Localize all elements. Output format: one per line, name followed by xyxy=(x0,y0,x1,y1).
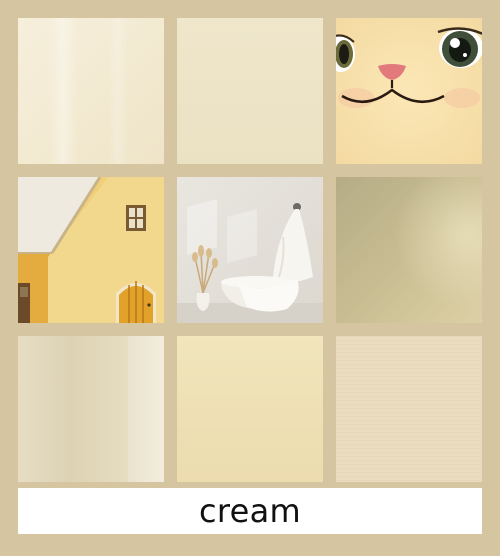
tile-pale-yellow-swatch[interactable] xyxy=(177,336,323,482)
olive-gradient-icon xyxy=(336,177,482,323)
cat-face-icon xyxy=(336,18,482,164)
caption-bar: cream xyxy=(18,488,482,534)
pale-yellow-swatch-icon xyxy=(177,336,323,482)
caption-label: cream xyxy=(198,492,301,530)
tile-bathtub-interior[interactable] xyxy=(177,177,323,323)
tile-plain-cream-texture[interactable] xyxy=(18,18,164,164)
yellow-cottage-icon xyxy=(18,177,164,323)
plain-cream-texture-icon xyxy=(18,18,164,164)
flat-cream-swatch-icon xyxy=(177,18,323,164)
tile-cat-face[interactable] xyxy=(336,18,482,164)
tile-yellow-cottage[interactable] xyxy=(18,177,164,323)
tile-flat-cream-swatch[interactable] xyxy=(177,18,323,164)
tile-linen-texture[interactable] xyxy=(336,336,482,482)
image-grid-board: cream xyxy=(0,0,500,556)
bathtub-interior-icon xyxy=(177,177,323,323)
tile-soft-beige-gradient[interactable] xyxy=(18,336,164,482)
linen-texture-icon xyxy=(336,336,482,482)
soft-beige-gradient-icon xyxy=(18,336,164,482)
tile-olive-gradient[interactable] xyxy=(336,177,482,323)
